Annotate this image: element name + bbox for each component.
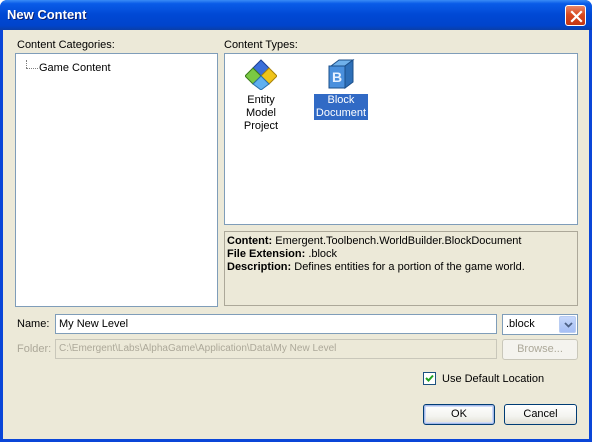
entity-model-icon xyxy=(245,59,277,90)
tree-item-game-content[interactable]: Game Content xyxy=(39,62,111,74)
new-content-window: New Content Content Categories: Game Con… xyxy=(0,0,592,442)
window-title: New Content xyxy=(7,7,87,22)
extension-dropdown-button[interactable] xyxy=(559,316,576,333)
name-label: Name: xyxy=(17,318,50,330)
chevron-down-icon xyxy=(564,322,573,328)
browse-button: Browse... xyxy=(502,339,578,360)
tree-connector-vertical xyxy=(26,60,27,68)
type-label-entity-model-project: Entity Model Project xyxy=(243,94,279,132)
info-content-row: Content: Emergent.Toolbench.WorldBuilder… xyxy=(227,235,522,247)
svg-text:B: B xyxy=(332,69,342,85)
close-icon xyxy=(570,10,583,23)
folder-input: C:\Emergent\Labs\AlphaGame\Application\D… xyxy=(55,339,497,359)
tree-connector xyxy=(26,68,38,69)
content-categories-label: Content Categories: xyxy=(17,39,115,51)
close-button[interactable] xyxy=(565,5,586,26)
info-description-row: Description: Defines entities for a port… xyxy=(227,261,525,273)
folder-label: Folder: xyxy=(17,343,52,355)
checkmark-icon xyxy=(425,374,434,382)
block-document-icon: B xyxy=(328,59,355,89)
title-bar[interactable]: New Content xyxy=(0,0,592,30)
content-info-box: Content: Emergent.Toolbench.WorldBuilder… xyxy=(224,231,578,306)
content-types-label: Content Types: xyxy=(224,39,298,51)
type-label-block-document: Block Document xyxy=(313,94,369,120)
content-categories-tree[interactable]: Game Content xyxy=(15,53,218,307)
use-default-location-label[interactable]: Use Default Location xyxy=(442,373,544,385)
dialog-client-area: Content Categories: Game Content Content… xyxy=(3,30,589,439)
info-extension-row: File Extension: .block xyxy=(227,248,338,260)
name-input[interactable]: My New Level xyxy=(55,314,497,334)
extension-select-value: .block xyxy=(506,318,535,330)
use-default-location-checkbox[interactable] xyxy=(423,372,436,385)
content-types-list[interactable]: Entity Model Project B Block Document xyxy=(224,53,578,225)
type-item-entity-model-project[interactable]: Entity Model Project xyxy=(229,58,293,133)
extension-select[interactable]: .block xyxy=(502,314,578,335)
type-item-block-document[interactable]: B Block Document xyxy=(309,58,373,120)
cancel-button[interactable]: Cancel xyxy=(504,404,577,425)
ok-button[interactable]: OK xyxy=(423,404,495,425)
